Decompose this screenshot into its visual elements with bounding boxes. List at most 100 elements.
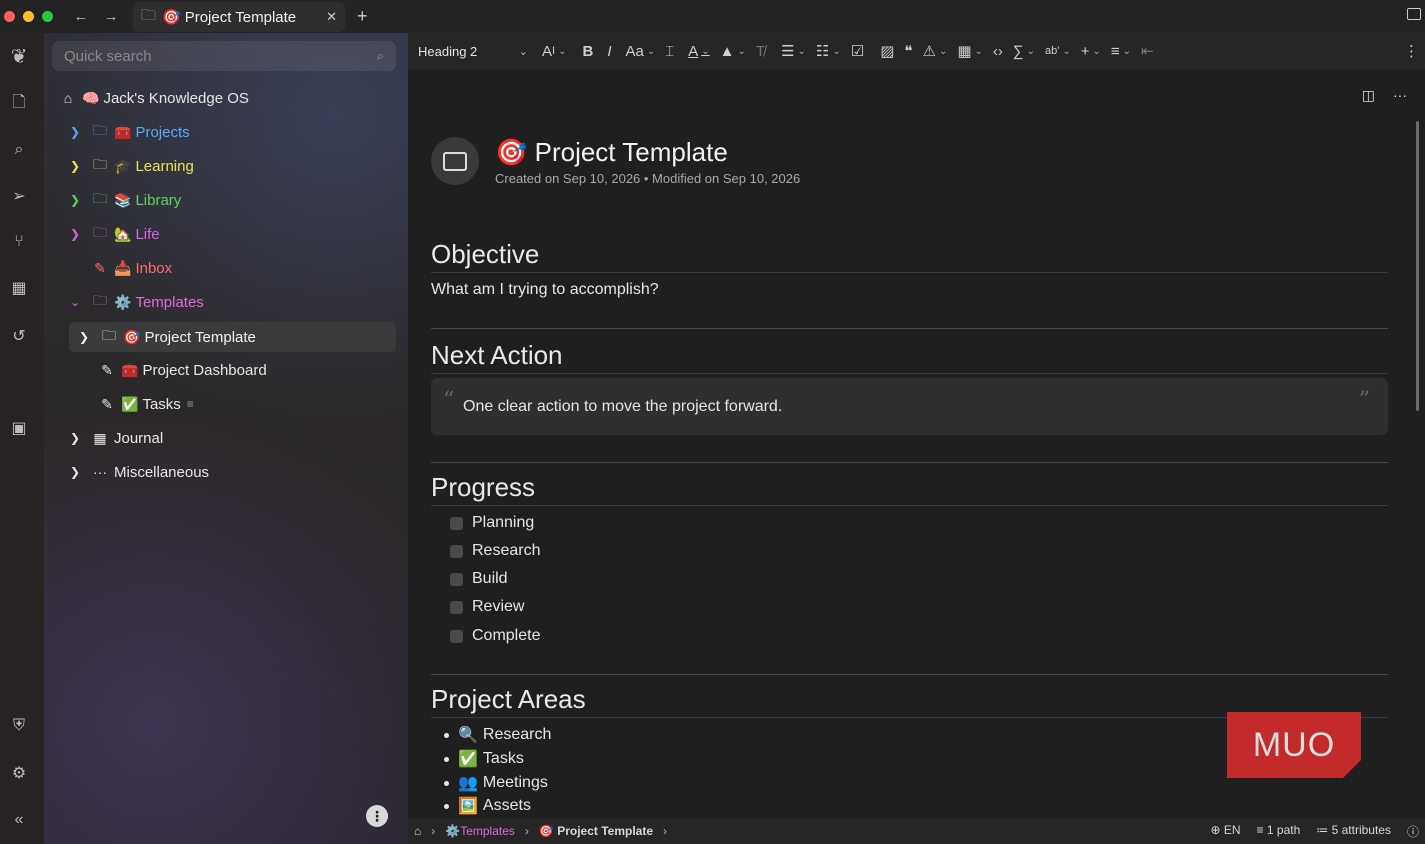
checkbox[interactable]	[450, 544, 463, 558]
tree-item-inbox[interactable]: ✎ 📥 Inbox	[92, 253, 172, 283]
insert-image-icon[interactable]: ▨	[880, 42, 894, 60]
numbered-list-button[interactable]: ☷ ⌄	[816, 42, 841, 60]
relation-map-icon[interactable]: ⑂	[10, 233, 28, 251]
font-color-button[interactable]: A ⌄	[688, 43, 709, 60]
chevron-right-icon[interactable]: ❯	[68, 465, 82, 479]
send-icon[interactable]: ➢	[10, 187, 28, 205]
tree-root[interactable]: ⌂ 🧠 Jack's Knowledge OS	[60, 83, 249, 113]
chevron-right-icon[interactable]: ❯	[68, 193, 82, 207]
next-action-quote[interactable]: “ One clear action to move the project f…	[431, 378, 1388, 435]
heading-objective[interactable]: Objective	[431, 239, 1388, 273]
note-icon-button[interactable]	[431, 137, 479, 185]
checkbox[interactable]	[450, 629, 463, 643]
sidebar-more-button[interactable]: ⋮	[366, 805, 388, 827]
today-calendar-icon[interactable]: ▣	[10, 419, 28, 437]
align-button[interactable]: ≡ ⌄	[1111, 43, 1131, 60]
close-window-button[interactable]	[4, 11, 15, 22]
language-indicator[interactable]: ⊕ EN	[1210, 823, 1240, 840]
globe-icon: ⊕	[1210, 822, 1221, 837]
block-quote-icon[interactable]: ❝	[904, 42, 912, 60]
back-arrow-icon[interactable]: ←	[73, 8, 89, 25]
more-options-icon[interactable]: ···	[1393, 87, 1407, 104]
clear-formatting-icon[interactable]: T̸	[756, 43, 765, 60]
objective-text[interactable]: What am I trying to accomplish?	[431, 281, 659, 299]
search-icon[interactable]: ⌕	[10, 141, 28, 159]
todo-list-icon[interactable]: ☑	[851, 42, 864, 60]
tree-item-projects[interactable]: ❯ 🗀 🧰 Projects	[68, 117, 190, 147]
list-item[interactable]: ✅ Tasks	[444, 748, 524, 770]
forward-arrow-icon[interactable]: →	[103, 8, 119, 25]
status-right: ⊕ EN ≡ 1 path ≔ 5 attributes ⓘ	[1210, 823, 1425, 840]
minimize-window-button[interactable]	[23, 11, 34, 22]
tree-item-journal[interactable]: ❯ ▦ Journal	[68, 423, 163, 453]
checkbox[interactable]	[450, 572, 463, 586]
active-tab[interactable]: 🗀 🎯 Project Template ✕	[133, 2, 345, 32]
calendar-icon[interactable]: ▦	[10, 279, 28, 297]
heading-select[interactable]: Heading 2 ⌄	[418, 44, 528, 59]
tree-item-life[interactable]: ❯ 🗀 🏡 Life	[68, 219, 160, 249]
chevron-right-icon[interactable]: ❯	[77, 330, 91, 344]
zoom-window-button[interactable]	[42, 11, 53, 22]
history-icon[interactable]: ↺	[10, 327, 28, 345]
chevron-right-icon[interactable]: ❯	[68, 159, 82, 173]
info-icon[interactable]: ⓘ	[1407, 823, 1419, 840]
tree-item-learning[interactable]: ❯ 🗀 🎓 Learning	[68, 151, 194, 181]
format-painter-icon[interactable]: ⌶	[665, 43, 674, 60]
paths-indicator[interactable]: ≡ 1 path	[1257, 823, 1301, 840]
todo-item[interactable]: Review	[450, 596, 524, 618]
breadcrumb-chevron-icon[interactable]: ›	[663, 824, 667, 838]
admonition-button[interactable]: ⚠ ⌄	[922, 42, 947, 60]
heading-progress[interactable]: Progress	[431, 472, 1388, 506]
tree-item-templates[interactable]: ⌄ 🗀 ⚙️ Templates	[68, 287, 204, 317]
outdent-icon[interactable]: ⇤	[1141, 42, 1154, 60]
list-item[interactable]: 🖼️ Assets	[444, 795, 531, 817]
panel-toggle-icon[interactable]	[1407, 8, 1421, 20]
insert-plus-button[interactable]: + ⌄	[1081, 43, 1101, 60]
chevron-down-icon[interactable]: ⌄	[68, 295, 82, 309]
special-characters-button[interactable]: ab' ⌄	[1045, 45, 1071, 57]
list-item[interactable]: 👥 Meetings	[444, 772, 548, 794]
bulleted-list-button[interactable]: ☰ ⌄	[781, 42, 806, 60]
tree-item-miscellaneous[interactable]: ❯ ··· Miscellaneous	[68, 457, 209, 487]
home-icon[interactable]: ⌂	[414, 824, 421, 838]
split-view-icon[interactable]: ◫	[1362, 87, 1375, 104]
chevron-right-icon[interactable]: ❯	[68, 227, 82, 241]
note-title[interactable]: 🎯 Project Template	[495, 137, 728, 168]
insert-table-button[interactable]: ▦ ⌄	[957, 42, 983, 60]
attributes-indicator[interactable]: ≔ 5 attributes	[1316, 823, 1391, 840]
math-button[interactable]: ∑ ⌄	[1013, 43, 1035, 60]
app-logo-icon[interactable]: ❦	[10, 46, 28, 68]
todo-item[interactable]: Complete	[450, 625, 540, 647]
tree-item-project-dashboard[interactable]: ✎ 🧰 Project Dashboard	[99, 355, 267, 385]
italic-button[interactable]: I	[607, 43, 611, 60]
todo-item[interactable]: Planning	[450, 512, 534, 534]
todo-item[interactable]: Build	[450, 568, 508, 590]
quick-search-input[interactable]: Quick search ⌕	[52, 41, 396, 71]
tree-item-tasks[interactable]: ✎ ✅ Tasks ≡	[99, 389, 194, 419]
code-icon[interactable]: ‹›	[993, 43, 1003, 60]
breadcrumb-templates[interactable]: ⚙️Templates	[445, 824, 515, 838]
editor-scrollbar[interactable]	[1416, 121, 1419, 411]
bold-button[interactable]: B	[582, 43, 593, 60]
breadcrumb-project-template[interactable]: 🎯 Project Template	[539, 824, 653, 838]
list-item[interactable]: 🔍 Research	[444, 724, 551, 746]
new-note-icon[interactable]: 🗋	[10, 94, 28, 113]
new-tab-plus-icon[interactable]: +	[357, 6, 368, 27]
protected-session-icon[interactable]: ⛨	[10, 717, 28, 735]
settings-gear-icon[interactable]: ⚙	[10, 764, 28, 782]
highlight-color-button[interactable]: ▲ ⌄	[720, 43, 746, 60]
checkbox[interactable]	[450, 516, 463, 530]
tree-item-library[interactable]: ❯ 🗀 📚 Library	[68, 185, 181, 215]
chevron-right-icon[interactable]: ❯	[68, 125, 82, 139]
collapse-sidebar-icon[interactable]: «	[10, 811, 28, 829]
text-case-button[interactable]: Aa ⌄	[625, 43, 655, 60]
font-size-button[interactable]: A I ⌄	[542, 43, 566, 60]
more-toolbar-icon[interactable]: ⋮	[1404, 42, 1419, 60]
close-tab-icon[interactable]: ✕	[326, 9, 337, 25]
item-label: Assets	[482, 797, 531, 814]
tree-item-project-template[interactable]: ❯ 🗀 🎯 Project Template	[69, 322, 396, 352]
heading-next-action[interactable]: Next Action	[431, 340, 1388, 374]
chevron-right-icon[interactable]: ❯	[68, 431, 82, 445]
checkbox[interactable]	[450, 600, 463, 614]
todo-item[interactable]: Research	[450, 540, 540, 562]
